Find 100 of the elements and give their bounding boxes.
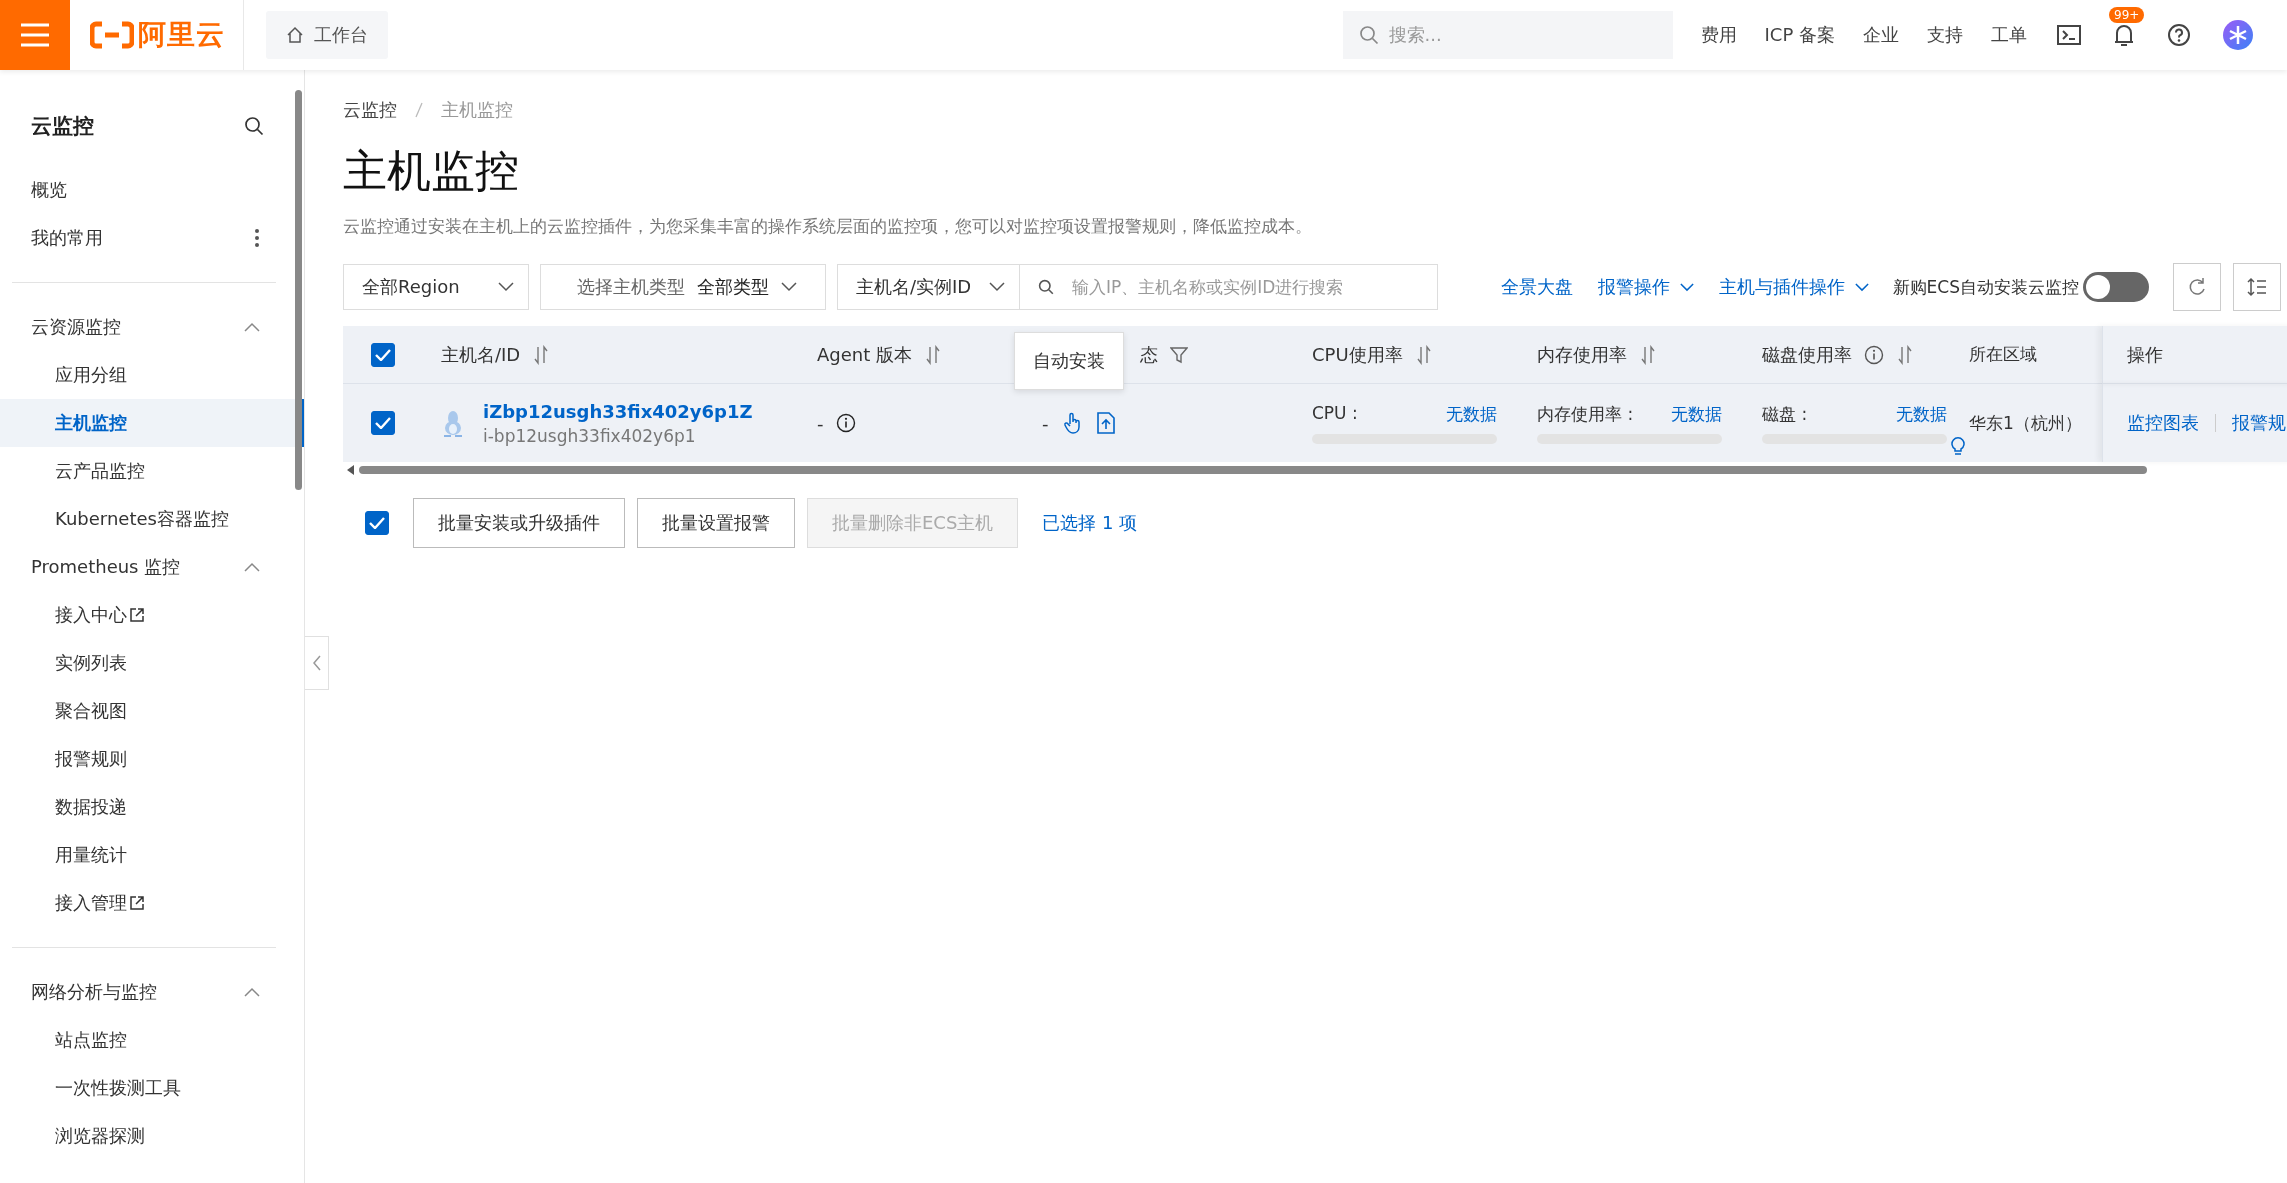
- instance-id: i-bp12usgh33fix402y6p1: [483, 425, 697, 446]
- menu-icon: [20, 23, 50, 47]
- sidebar-item[interactable]: 数据投递: [0, 783, 304, 831]
- sort-icon[interactable]: [1896, 344, 1914, 365]
- nav-link[interactable]: ICP 备案: [1764, 23, 1835, 47]
- sort-lines-icon: [2247, 277, 2267, 297]
- sidebar-item[interactable]: 实例列表: [0, 639, 304, 687]
- plugin-status: -: [1042, 412, 1049, 434]
- logo-icon: [90, 21, 134, 49]
- help-icon[interactable]: [2167, 23, 2191, 47]
- terminal-icon[interactable]: [2057, 25, 2081, 45]
- nav-link[interactable]: 企业: [1863, 23, 1899, 47]
- sidebar-item[interactable]: 用量统计: [0, 831, 304, 879]
- column-header: 磁盘使用率: [1762, 342, 1852, 367]
- selection-count: 已选择 1 项: [1042, 511, 1138, 535]
- sidebar-item[interactable]: 一次性拨测工具: [0, 1064, 304, 1112]
- action-link[interactable]: 报警操作: [1597, 275, 1694, 299]
- metric-label: 内存使用率 :: [1537, 402, 1634, 426]
- chevron-left-icon: [311, 655, 322, 671]
- nav-link[interactable]: 费用: [1700, 23, 1737, 47]
- sidebar-section[interactable]: 云资源监控: [0, 303, 304, 351]
- workbench-button[interactable]: 工作台: [266, 11, 388, 59]
- operation-link[interactable]: 报警规: [2232, 411, 2286, 435]
- info-icon[interactable]: [1864, 344, 1884, 365]
- sidebar-item[interactable]: 聚合视图: [0, 687, 304, 735]
- more-icon[interactable]: [254, 228, 260, 248]
- refresh-icon: [2187, 277, 2207, 297]
- sidebar-item[interactable]: 报警规则: [0, 735, 304, 783]
- chevron-up-icon: [244, 562, 260, 572]
- home-icon: [286, 26, 304, 44]
- column-header: 所在区域: [1969, 343, 2037, 366]
- notification-badge: 99+: [2109, 7, 2145, 23]
- search-field-select[interactable]: 主机名/实例ID: [837, 264, 1020, 310]
- batch-button[interactable]: 批量设置报警: [637, 498, 795, 548]
- chevron-down-icon: [1854, 282, 1869, 292]
- column-settings-button[interactable]: [2233, 263, 2281, 311]
- external-link-icon: [129, 895, 145, 911]
- nav-link[interactable]: 工单: [1991, 23, 2027, 47]
- notification-bell-icon[interactable]: [2113, 23, 2135, 47]
- scroll-left-icon[interactable]: [347, 465, 355, 475]
- action-link[interactable]: 主机与插件操作: [1718, 275, 1869, 299]
- avatar-icon[interactable]: [2223, 20, 2253, 50]
- metric-value-link[interactable]: 无数据: [1896, 402, 1947, 426]
- refresh-button[interactable]: [2173, 263, 2221, 311]
- host-type-select[interactable]: 选择主机类型 全部类型: [540, 264, 826, 310]
- checkbox[interactable]: [371, 342, 395, 367]
- sidebar-item[interactable]: 主机监控: [0, 399, 304, 447]
- chevron-up-icon: [244, 987, 260, 997]
- checkbox[interactable]: [371, 411, 395, 435]
- logo-text: 阿里云: [138, 17, 225, 53]
- horizontal-scrollbar[interactable]: [359, 466, 2147, 474]
- sidebar-title: 云监控: [31, 113, 94, 140]
- sort-icon[interactable]: [1639, 344, 1657, 365]
- sidebar-item[interactable]: 应用分组: [0, 351, 304, 399]
- scrollbar[interactable]: [295, 90, 302, 490]
- sort-icon[interactable]: [924, 344, 942, 365]
- metric-value-link[interactable]: 无数据: [1446, 402, 1497, 426]
- info-icon[interactable]: [835, 413, 856, 433]
- sidebar-section[interactable]: 网络分析与监控: [0, 968, 304, 1016]
- page-title: 主机监控: [343, 144, 520, 198]
- region-text: 华东1（杭州）: [1969, 411, 2082, 435]
- breadcrumb-link[interactable]: 云监控: [343, 98, 397, 122]
- search-icon: [1038, 279, 1054, 295]
- lightbulb-icon[interactable]: [1951, 436, 1965, 456]
- sidebar-section[interactable]: Prometheus 监控: [0, 543, 304, 591]
- toggle-switch[interactable]: [2083, 272, 2149, 302]
- host-name-link[interactable]: iZbp12usgh33fix402y6p1Z: [483, 400, 753, 422]
- tooltip: 自动安装: [1014, 332, 1124, 390]
- metric-label: 磁盘 :: [1762, 402, 1808, 426]
- checkbox[interactable]: [365, 511, 389, 535]
- nav-link[interactable]: 支持: [1927, 23, 1963, 47]
- chevron-down-icon: [498, 282, 514, 292]
- check-icon: [369, 517, 385, 529]
- chevron-down-icon: [781, 282, 797, 292]
- search-placeholder: 输入IP、主机名称或实例ID进行搜索: [1072, 275, 1344, 299]
- search-icon: [1358, 25, 1379, 45]
- search-icon[interactable]: [244, 116, 264, 136]
- hand-pointer-icon[interactable]: [1062, 412, 1083, 434]
- toggle-label: 新购ECS自动安装云监控: [1892, 275, 2079, 299]
- upload-file-icon[interactable]: [1096, 412, 1115, 434]
- sidebar-item[interactable]: 我的常用: [0, 214, 304, 262]
- metric-value-link[interactable]: 无数据: [1671, 402, 1722, 426]
- sidebar-item[interactable]: 云产品监控: [0, 447, 304, 495]
- operation-link[interactable]: 监控图表: [2127, 411, 2199, 435]
- action-link[interactable]: 全景大盘: [1500, 275, 1573, 299]
- menu-button[interactable]: [0, 0, 70, 70]
- sidebar-item[interactable]: 接入管理: [0, 879, 304, 927]
- batch-button[interactable]: 批量安装或升级插件: [413, 498, 625, 548]
- page-description: 云监控通过安装在主机上的云监控插件，为您采集丰富的操作系统层面的监控项，您可以对监控项设置报警规则，降低监控成本。: [343, 215, 1313, 238]
- sidebar-item[interactable]: Kubernetes容器监控: [0, 495, 304, 543]
- sidebar-item[interactable]: 接入中心: [0, 591, 304, 639]
- sidebar-item[interactable]: 浏览器探测: [0, 1112, 304, 1160]
- column-header: 操作: [2127, 342, 2163, 367]
- check-icon: [375, 348, 391, 361]
- collapse-handle[interactable]: [305, 636, 329, 690]
- filter-icon[interactable]: [1170, 345, 1188, 364]
- column-header: 内存使用率: [1537, 342, 1627, 367]
- sidebar-item[interactable]: 概览: [0, 166, 304, 214]
- region-select[interactable]: 全部Region: [343, 264, 529, 310]
- sidebar-item[interactable]: 站点监控: [0, 1016, 304, 1064]
